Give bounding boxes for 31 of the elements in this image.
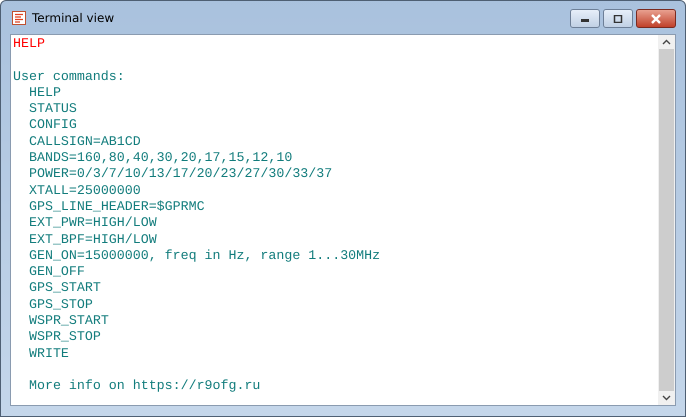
terminal-line: User commands: <box>13 68 125 85</box>
terminal-line: HELP <box>29 84 61 102</box>
terminal-line: WRITE <box>29 346 69 362</box>
close-icon <box>650 14 662 24</box>
terminal-line: GPS_STOP <box>29 296 93 314</box>
terminal-line: CONFIG <box>29 117 77 134</box>
terminal-line: GEN_ON=15000000, freq in Hz, range 1...30MHz <box>29 248 380 264</box>
terminal-line: HELP <box>13 36 45 52</box>
terminal-line: GEN_OFF <box>29 264 85 280</box>
terminal-line: EXT_PWR=HIGH/LOW <box>29 215 157 232</box>
window-title: Terminal view <box>32 10 114 24</box>
terminal-line: WSPR_START <box>29 313 109 330</box>
terminal-line: STATUS <box>29 101 77 118</box>
terminal-line: WSPR_STOP <box>29 329 101 346</box>
scroll-up-icon[interactable] <box>662 39 671 45</box>
terminal-line: EXT_BPF=HIGH/LOW <box>29 232 157 248</box>
terminal-line: GPS_LINE_HEADER=$GPRMC <box>29 198 205 216</box>
terminal-line: GPS_START <box>29 280 101 297</box>
scrollbar[interactable] <box>658 35 675 405</box>
scroll-thumb[interactable] <box>659 49 674 391</box>
close-button[interactable] <box>636 9 676 28</box>
terminal-line: CALLSIGN=AB1CD <box>29 134 141 150</box>
maximize-icon <box>613 14 623 22</box>
terminal-icon <box>12 10 26 24</box>
terminal-line: BANDS=160,80,40,30,20,17,15,12,10 <box>29 150 292 166</box>
terminal-line: More info on https://r9ofg.ru <box>29 378 260 395</box>
scroll-down-icon[interactable] <box>662 395 671 401</box>
minimize-button[interactable] <box>570 9 600 28</box>
terminal-line: XTALL=25000000 <box>29 182 141 199</box>
terminal-line: POWER=0/3/7/10/13/17/20/23/27/30/33/37 <box>29 166 332 183</box>
maximize-button[interactable] <box>603 9 633 28</box>
